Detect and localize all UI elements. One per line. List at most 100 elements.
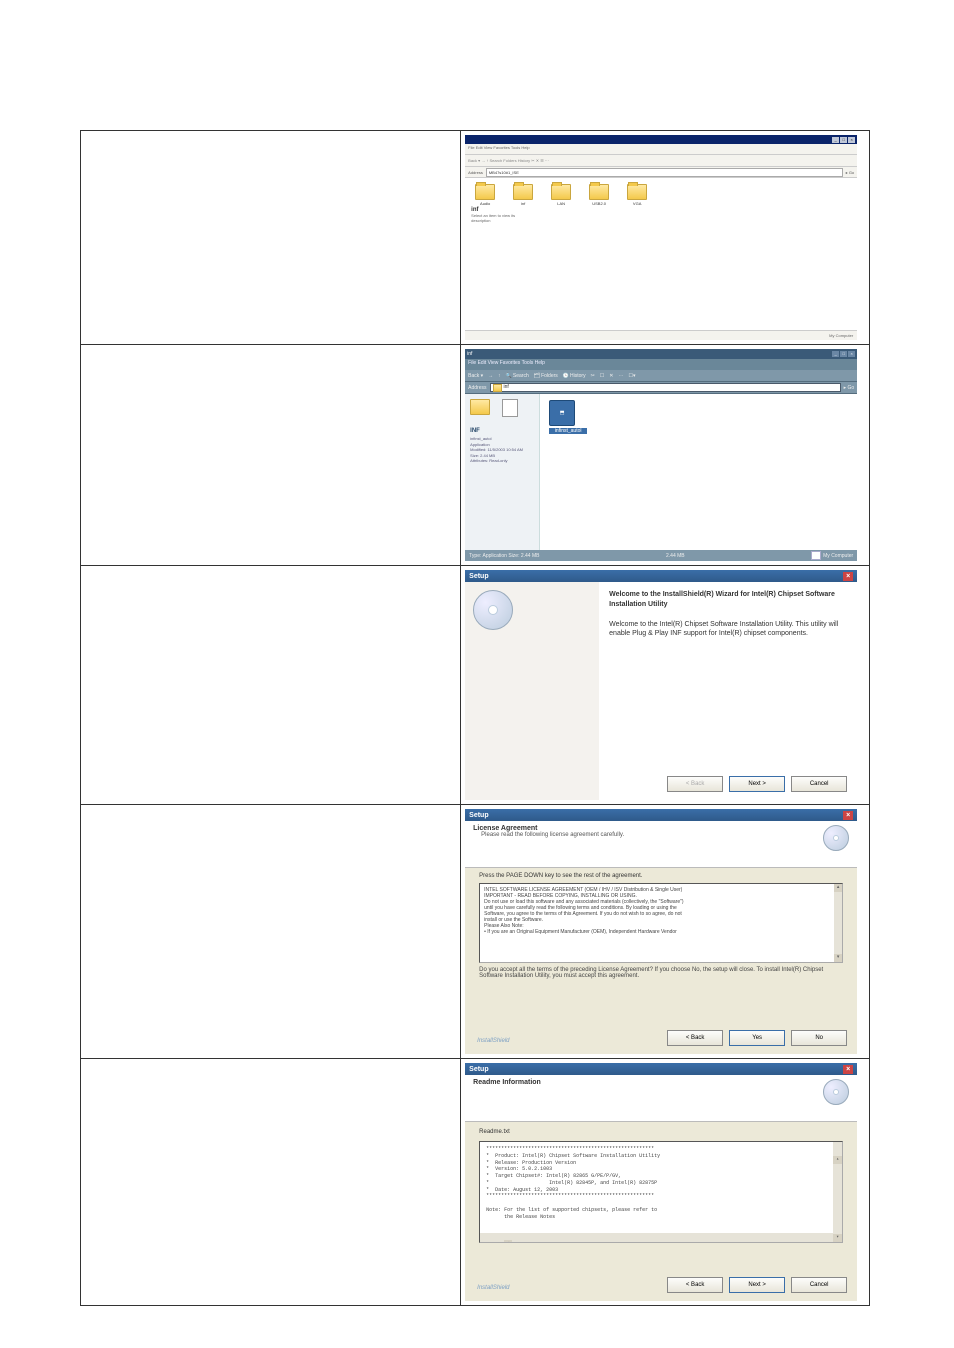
next-button[interactable]: Next >	[729, 776, 785, 792]
address-bar: Address inf ▸ Go	[465, 382, 857, 394]
history-button[interactable]: 🕓 History	[563, 373, 586, 379]
yes-button[interactable]: Yes	[729, 1030, 785, 1046]
no-button[interactable]: No	[791, 1030, 847, 1046]
copy-icon[interactable]: ☐	[600, 373, 604, 379]
window-title: Setup	[469, 1066, 488, 1073]
window-title: Setup	[469, 573, 488, 580]
address-bar: Address MB47s10#1_ISE ▸ Go	[465, 167, 857, 178]
cancel-button[interactable]: Cancel	[791, 1277, 847, 1293]
address-input[interactable]: MB47s10#1_ISE	[486, 168, 843, 177]
scroll-up-icon[interactable]: ▴	[833, 1156, 842, 1164]
wizard-subheading: Please read the following license agreem…	[481, 832, 624, 838]
titlebar[interactable]: Setup ×	[465, 570, 857, 582]
status-location: My Computer	[829, 333, 853, 338]
titlebar[interactable]: inf _ □ ×	[465, 349, 857, 359]
wizard-sidebar	[465, 582, 599, 800]
back-button[interactable]: < Back	[667, 1277, 723, 1293]
menubar[interactable]: File Edit View Favorites Tools Help	[465, 144, 857, 155]
folder-item[interactable]: USB2.0	[587, 184, 611, 206]
scrollbar-vertical[interactable]: ▴ ▾	[833, 1142, 842, 1242]
folder-icon	[470, 399, 490, 415]
application-icon[interactable]: ⬒	[549, 400, 575, 426]
maximize-icon[interactable]: □	[840, 137, 847, 143]
go-button[interactable]: ▸ Go	[844, 385, 855, 391]
toolbar[interactable]: Back ▾ → ↑ 🔍 Search 🗂 Folders 🕓 History …	[465, 370, 857, 382]
status-type: Type: Application Size: 2.44 MB	[469, 553, 539, 559]
folder-item[interactable]: VGA	[625, 184, 649, 206]
scrollbar-horizontal[interactable]: ◂ ▸	[480, 1233, 833, 1242]
cancel-button[interactable]: Cancel	[791, 776, 847, 792]
accept-question: Do you accept all the terms of the prece…	[465, 963, 857, 983]
back-button: < Back	[667, 776, 723, 792]
status-bar: Type: Application Size: 2.44 MB 2.44 MB …	[465, 550, 857, 561]
back-button[interactable]: Back ▾	[468, 373, 483, 379]
info-panel: INF infinst_autol Application Modified: …	[465, 394, 540, 554]
license-textarea[interactable]: INTEL SOFTWARE LICENSE AGREEMENT (OEM / …	[479, 883, 843, 963]
close-icon[interactable]: ×	[843, 572, 853, 581]
setup-readme-dialog: Setup × Readme Information Readme.txt **…	[465, 1063, 857, 1301]
brand-label: InstallShield	[477, 1038, 509, 1044]
close-icon[interactable]: ×	[843, 811, 853, 820]
status-bar: My Computer	[465, 330, 857, 340]
folder-icon	[475, 184, 495, 200]
brand-label: InstallShield	[477, 1285, 509, 1291]
wizard-heading: Welcome to the InstallShield(R) Wizard f…	[609, 590, 847, 610]
setup-license-dialog: Setup × License Agreement Please read th…	[465, 809, 857, 1054]
maximize-icon[interactable]: □	[840, 351, 847, 357]
scroll-up-icon[interactable]: ▴	[834, 884, 842, 892]
folder-icon	[589, 184, 609, 200]
scroll-down-icon[interactable]: ▾	[834, 954, 842, 962]
close-icon[interactable]: ×	[848, 137, 855, 143]
close-icon[interactable]: ×	[848, 351, 855, 357]
cut-icon[interactable]: ✂	[591, 373, 595, 379]
titlebar[interactable]: Setup ×	[465, 809, 857, 821]
scroll-down-icon[interactable]: ▾	[833, 1234, 842, 1242]
menubar[interactable]: File Edit View Favorites Tools Help	[465, 359, 857, 370]
file-list: ⬒ infinst_autol	[549, 400, 587, 434]
delete-icon[interactable]: ✕	[609, 373, 613, 379]
file-icon	[502, 399, 518, 417]
panel-line: Attributes: Read-only	[470, 458, 534, 464]
folder-icon	[513, 184, 533, 200]
minimize-icon[interactable]: _	[832, 137, 839, 143]
folder-icon	[493, 384, 502, 392]
scroll-left-icon[interactable]: ◂	[504, 1240, 512, 1243]
wizard-heading: Readme Information	[473, 1079, 541, 1086]
views-button[interactable]: ☐▾	[628, 373, 635, 379]
readme-textarea[interactable]: ****************************************…	[479, 1141, 843, 1243]
disc-icon	[823, 825, 849, 851]
status-size: 2.44 MB	[666, 553, 685, 559]
next-button[interactable]: Next >	[729, 1277, 785, 1293]
computer-icon	[811, 551, 821, 560]
forward-button[interactable]: →	[488, 373, 493, 379]
go-button[interactable]: ▸ Go	[846, 170, 854, 175]
toolbar[interactable]: Back ▾ → ↑ Search Folders History ✂ ✕ ☰ …	[465, 155, 857, 167]
status-location: My Computer	[823, 553, 853, 559]
wizard-body: Welcome to the Intel(R) Chipset Software…	[609, 620, 847, 640]
window-title: inf	[467, 351, 472, 357]
info-panel: inf Select an item to view its descripti…	[471, 207, 551, 223]
explorer-window-1: _ □ × File Edit View Favorites Tools Hel…	[465, 135, 857, 340]
close-icon[interactable]: ×	[843, 1065, 853, 1074]
undo-icon[interactable]: ⋯	[618, 373, 623, 379]
up-button[interactable]: ↑	[498, 373, 501, 379]
disc-icon	[823, 1079, 849, 1105]
search-button[interactable]: 🔍 Search	[506, 373, 529, 379]
titlebar[interactable]: Setup ×	[465, 1063, 857, 1075]
minimize-icon[interactable]: _	[832, 351, 839, 357]
back-button[interactable]: < Back	[667, 1030, 723, 1046]
folder-icon	[551, 184, 571, 200]
wizard-heading: License Agreement	[473, 825, 624, 832]
readme-label: Readme.txt	[465, 1122, 857, 1135]
folders-button[interactable]: 🗂 Folders	[534, 373, 558, 379]
file-label[interactable]: infinst_autol	[549, 428, 587, 434]
titlebar[interactable]: _ □ ×	[465, 135, 857, 144]
address-input[interactable]: inf	[490, 383, 841, 392]
scrollbar-vertical[interactable]: ▴ ▾	[834, 884, 842, 962]
panel-title: INF	[470, 428, 534, 434]
folder-item[interactable]: LAN	[549, 184, 573, 206]
folder-item[interactable]: inf	[511, 184, 535, 206]
folder-icon	[627, 184, 647, 200]
folder-item[interactable]: Audio	[473, 184, 497, 206]
instruction-text: Press the PAGE DOWN key to see the rest …	[465, 868, 857, 879]
